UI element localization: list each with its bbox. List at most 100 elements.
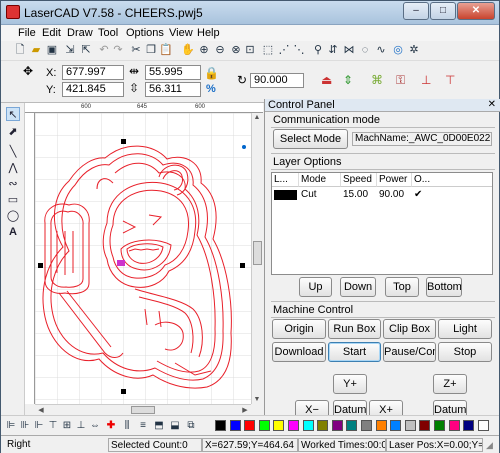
- layer-top-button[interactable]: Top: [385, 277, 419, 297]
- mirror-h-icon[interactable]: ⏏: [321, 73, 332, 87]
- jog-y-plus-button[interactable]: Y+: [333, 374, 367, 394]
- ungroup-icon[interactable]: ⬓: [169, 419, 181, 432]
- align-bottom-icon[interactable]: ⊥: [75, 419, 87, 432]
- cut-icon[interactable]: ✂: [129, 43, 143, 57]
- jog-z-plus-button[interactable]: Z+: [433, 374, 467, 394]
- align-icon[interactable]: ⋱: [292, 43, 306, 57]
- align-center-icon[interactable]: ⊪: [19, 419, 31, 432]
- color-swatch[interactable]: [302, 420, 314, 431]
- scroll-up-icon[interactable]: ▲: [252, 114, 262, 121]
- settings-gear-icon[interactable]: ✲: [407, 43, 421, 57]
- save-icon[interactable]: ▣: [45, 43, 59, 57]
- align-left-icon[interactable]: ⊫: [5, 419, 17, 432]
- line-tool-icon[interactable]: ╲: [6, 145, 20, 159]
- node-edit-icon[interactable]: ⋰: [277, 43, 291, 57]
- center-v-icon[interactable]: ⊤: [445, 73, 455, 87]
- pan-hand-icon[interactable]: ✋: [181, 43, 195, 57]
- color-swatch[interactable]: [229, 420, 241, 431]
- menu-options[interactable]: Options: [126, 27, 164, 39]
- zoom-out-icon[interactable]: ⊖: [213, 43, 227, 57]
- angle-field[interactable]: 90.000: [250, 73, 304, 88]
- scroll-right-icon[interactable]: ▶: [240, 406, 250, 414]
- vertical-scroll-thumb[interactable]: [253, 241, 262, 265]
- new-file-icon[interactable]: 🗋: [13, 43, 27, 57]
- open-file-icon[interactable]: ▰: [29, 43, 43, 57]
- menu-tool[interactable]: Tool: [98, 27, 118, 39]
- menu-file[interactable]: File: [18, 27, 36, 39]
- space-v-icon[interactable]: ≡: [137, 419, 149, 432]
- target-icon[interactable]: ◎: [391, 43, 405, 57]
- color-swatch[interactable]: [244, 420, 256, 431]
- ellipse-tool-icon[interactable]: ◯: [6, 209, 20, 223]
- layer-down-button[interactable]: Down: [340, 277, 376, 297]
- path-optimize-icon[interactable]: ⇵: [326, 43, 340, 57]
- redo-icon[interactable]: ↷: [111, 43, 125, 57]
- stop-button[interactable]: Stop: [438, 342, 492, 362]
- same-width-icon[interactable]: ⇔: [89, 419, 101, 432]
- color-swatch[interactable]: [361, 420, 372, 431]
- group-icon[interactable]: ⬒: [153, 419, 165, 432]
- node-pointer-icon[interactable]: ⬈: [6, 125, 20, 139]
- resize-grip-icon[interactable]: ◢: [486, 440, 493, 451]
- lock-ratio-icon[interactable]: 🔒: [204, 66, 219, 80]
- text-tool-icon[interactable]: A: [6, 225, 20, 239]
- horizontal-scroll-thumb[interactable]: [131, 406, 155, 414]
- zoom-fit-icon[interactable]: ⊗: [229, 43, 243, 57]
- align-middle-icon[interactable]: ⊞: [61, 419, 73, 432]
- zoom-page-icon[interactable]: ⊡: [243, 43, 257, 57]
- export-icon[interactable]: ⇱: [79, 43, 93, 57]
- menu-help[interactable]: Help: [197, 27, 220, 39]
- weld-icon[interactable]: ⧉: [185, 419, 197, 432]
- rectangle-tool-icon[interactable]: ▭: [6, 193, 20, 207]
- color-swatch[interactable]: [477, 420, 489, 431]
- download-button[interactable]: Download: [272, 342, 326, 362]
- center-cross-icon[interactable]: ✚: [105, 419, 117, 432]
- pause-continue-button[interactable]: Pause/Continue: [383, 342, 436, 362]
- copy-icon[interactable]: ❐: [144, 43, 158, 57]
- undo-icon[interactable]: ↶: [97, 43, 111, 57]
- control-panel-close-icon[interactable]: ✕: [488, 99, 496, 110]
- polyline-tool-icon[interactable]: ⋀: [6, 161, 20, 175]
- align-right-icon[interactable]: ⊩: [33, 419, 45, 432]
- color-swatch[interactable]: [317, 420, 329, 431]
- maximize-button[interactable]: □: [430, 2, 456, 20]
- scroll-left-icon[interactable]: ◀: [36, 406, 46, 414]
- laser-head-icon[interactable]: ⚲: [311, 43, 325, 57]
- select-mode-button[interactable]: Select Mode: [273, 129, 348, 149]
- color-swatch[interactable]: [434, 420, 445, 431]
- color-swatch[interactable]: [258, 420, 270, 431]
- space-h-icon[interactable]: ⫼: [121, 419, 133, 432]
- color-swatch[interactable]: [375, 420, 387, 431]
- menu-view[interactable]: View: [169, 27, 193, 39]
- layer-up-button[interactable]: Up: [299, 277, 332, 297]
- color-swatch[interactable]: [404, 420, 416, 431]
- center-h-icon[interactable]: ⊥: [421, 73, 431, 87]
- clip-box-button[interactable]: Clip Box: [383, 319, 436, 339]
- smooth-icon[interactable]: ∿: [374, 43, 388, 57]
- power-col-header[interactable]: Power: [377, 173, 412, 187]
- layer-col-header[interactable]: L...: [272, 173, 299, 187]
- layer-bottom-button[interactable]: Bottom: [426, 277, 462, 297]
- y-position-field[interactable]: 421.845: [62, 82, 124, 97]
- drawing-canvas[interactable]: [35, 113, 251, 404]
- run-box-button[interactable]: Run Box: [328, 319, 381, 339]
- color-swatch[interactable]: [288, 420, 299, 431]
- import-icon[interactable]: ⇲: [63, 43, 77, 57]
- start-button[interactable]: Start: [328, 342, 381, 362]
- scroll-down-icon[interactable]: ▼: [252, 396, 262, 403]
- color-swatch[interactable]: [215, 420, 226, 431]
- x-position-field[interactable]: 677.997: [62, 65, 124, 80]
- minimize-button[interactable]: ‒: [403, 2, 429, 20]
- close-button[interactable]: ✕: [457, 2, 495, 20]
- color-swatch[interactable]: [463, 420, 475, 431]
- array-icon[interactable]: ⋈: [342, 43, 356, 57]
- origin-button[interactable]: Origin: [272, 319, 326, 339]
- color-swatch[interactable]: [419, 420, 431, 431]
- offset-icon[interactable]: ◌: [358, 43, 372, 57]
- menu-edit[interactable]: Edit: [42, 27, 61, 39]
- mode-col-header[interactable]: Mode: [299, 173, 341, 187]
- speed-col-header[interactable]: Speed: [341, 173, 377, 187]
- canvas-vertical-scrollbar[interactable]: ▲ ▼: [251, 113, 263, 404]
- lock-object-icon[interactable]: ⚿: [396, 73, 405, 88]
- curve-tool-icon[interactable]: ∾: [6, 177, 20, 191]
